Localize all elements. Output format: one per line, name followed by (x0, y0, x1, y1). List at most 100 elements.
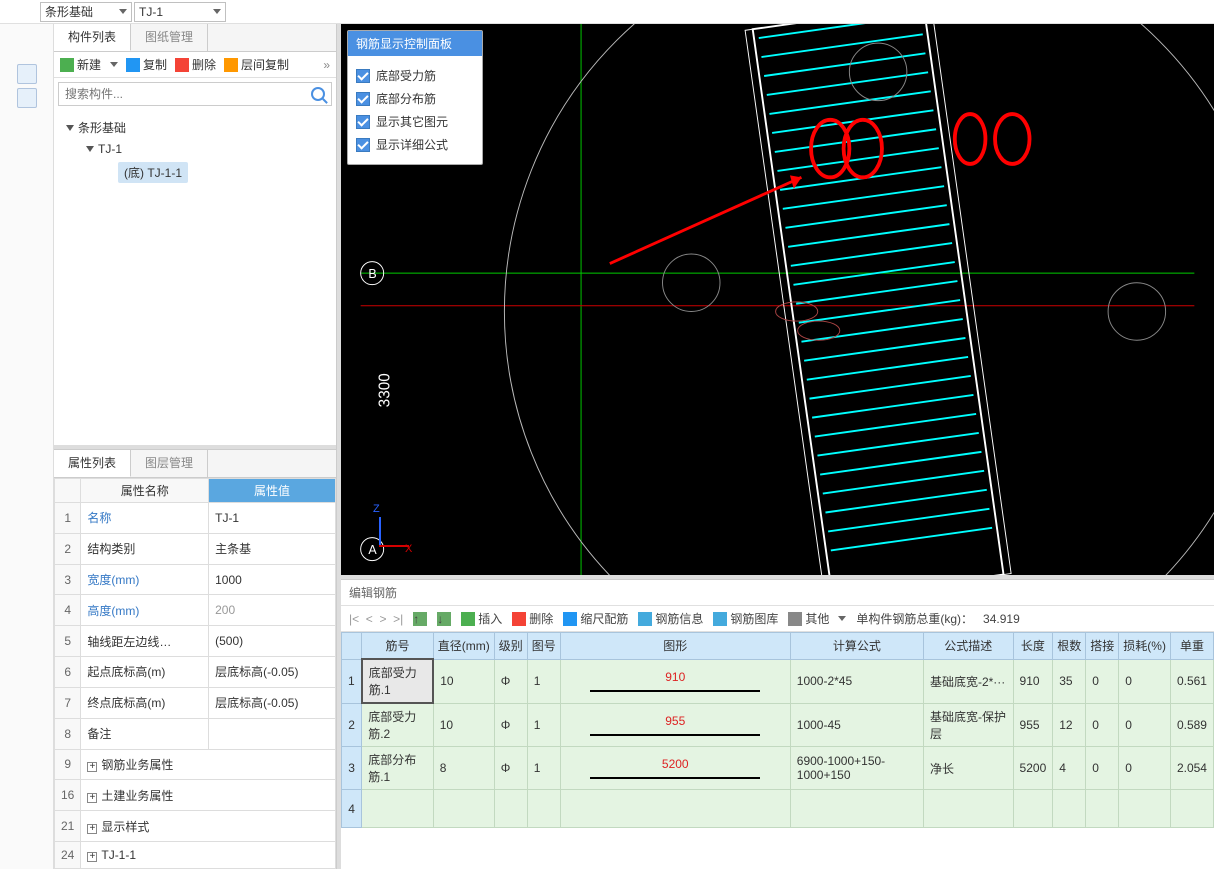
prop-row[interactable]: 1名称TJ-1 (55, 503, 336, 534)
prop-row[interactable]: 9+钢筋业务属性 (55, 749, 336, 780)
prop-row[interactable]: 3宽度(mm)1000 (55, 564, 336, 595)
rebar-grid[interactable]: 筋号直径(mm)级别图号图形计算公式公式描述长度根数搭接损耗(%)单重 1底部受… (341, 632, 1214, 869)
info-button[interactable]: 钢筋信息 (638, 610, 703, 627)
tab-property-list[interactable]: 属性列表 (54, 450, 131, 477)
more-icon[interactable]: » (323, 58, 330, 72)
rail-list-icon[interactable] (17, 64, 37, 84)
tree-l2-selected[interactable]: (底) TJ-1-1 (118, 162, 188, 183)
library-icon (713, 612, 727, 626)
arrow-up-icon[interactable]: ↑ (413, 612, 427, 626)
chevron-down-icon (110, 62, 118, 67)
copy-button[interactable]: 复制 (126, 56, 167, 73)
left-rail (0, 24, 54, 869)
rebar-toolbar: |< < > >| ↑ ↓ 插入 删除 缩尺配筋 钢筋信息 钢筋图库 其他 单构… (341, 606, 1214, 632)
rail-grid-icon[interactable] (17, 88, 37, 108)
tab-drawing-manage[interactable]: 图纸管理 (131, 24, 208, 51)
rebar-row[interactable]: 1底部受力筋.110Φ19101000-2*45基础底宽-2*···910350… (342, 659, 1214, 703)
prop-row[interactable]: 24+TJ-1-1 (55, 841, 336, 868)
rebar-row[interactable]: 4 (342, 790, 1214, 828)
display-option[interactable]: 显示详细公式 (356, 133, 474, 156)
rebar-header[interactable]: 长度 (1013, 633, 1053, 660)
prop-row[interactable]: 5轴线距左边线…(500) (55, 626, 336, 657)
info-icon (638, 612, 652, 626)
prop-row[interactable]: 21+显示样式 (55, 811, 336, 842)
search-input[interactable] (65, 87, 311, 101)
display-option[interactable]: 显示其它图元 (356, 110, 474, 133)
checkbox-icon[interactable] (356, 115, 370, 129)
expand-icon[interactable]: + (87, 852, 97, 862)
scale-button[interactable]: 缩尺配筋 (563, 610, 628, 627)
tree-toggle-icon[interactable] (86, 146, 94, 152)
rebar-header[interactable]: 搭接 (1086, 633, 1119, 660)
checkbox-icon[interactable] (356, 69, 370, 83)
component-tree[interactable]: 条形基础 TJ-1 (底) TJ-1-1 (54, 110, 336, 445)
plus-icon (461, 612, 475, 626)
rebar-header[interactable]: 图号 (527, 633, 560, 660)
property-grid[interactable]: 属性名称 属性值 1名称TJ-12结构类别主条基3宽度(mm)10004高度(m… (54, 478, 336, 869)
category-dropdown[interactable]: 条形基础 (40, 2, 132, 22)
rebar-header[interactable]: 公式描述 (923, 633, 1013, 660)
delete-row-button[interactable]: 删除 (512, 610, 553, 627)
rebar-header[interactable]: 筋号 (362, 633, 434, 660)
left-panel: 构件列表 图纸管理 新建 复制 删除 层间复制 » 条形基础 TJ-1 (底) … (0, 24, 337, 869)
more-icon (788, 612, 802, 626)
expand-icon[interactable]: + (87, 824, 97, 834)
rebar-header[interactable]: 损耗(%) (1119, 633, 1171, 660)
rebar-header[interactable]: 图形 (560, 633, 790, 660)
ruler-icon (563, 612, 577, 626)
rebar-header[interactable]: 单重 (1170, 633, 1213, 660)
copy-icon (126, 58, 140, 72)
canvas-viewport[interactable]: 钢筋显示控制面板 底部受力筋底部分布筋显示其它图元显示详细公式 (341, 24, 1214, 575)
component-toolbar: 新建 复制 删除 层间复制 » (54, 52, 336, 78)
rebar-header[interactable]: 计算公式 (790, 633, 923, 660)
chevron-down-icon (838, 616, 846, 621)
prop-row[interactable]: 4高度(mm)200 (55, 595, 336, 626)
rebar-edit-panel: 编辑钢筋 |< < > >| ↑ ↓ 插入 删除 缩尺配筋 钢筋信息 钢筋图库 … (341, 579, 1214, 869)
display-option[interactable]: 底部分布筋 (356, 87, 474, 110)
checkbox-icon[interactable] (356, 138, 370, 152)
dim-vertical: 3300 (376, 373, 393, 407)
search-box[interactable] (58, 82, 332, 106)
instance-dropdown[interactable]: TJ-1 (134, 2, 226, 22)
arrow-down-icon[interactable]: ↓ (437, 612, 451, 626)
prop-col-value: 属性值 (209, 479, 336, 503)
prop-row[interactable]: 2结构类别主条基 (55, 533, 336, 564)
prop-col-name: 属性名称 (81, 479, 209, 503)
rebar-header[interactable]: 直径(mm) (433, 633, 494, 660)
expand-icon[interactable]: + (87, 762, 97, 772)
expand-icon[interactable]: + (87, 793, 97, 803)
prop-row[interactable]: 7终点底标高(m)层底标高(-0.05) (55, 687, 336, 718)
panel-title: 钢筋显示控制面板 (348, 31, 482, 56)
svg-text:A: A (368, 543, 377, 557)
display-option[interactable]: 底部受力筋 (356, 64, 474, 87)
prop-row[interactable]: 8备注 (55, 718, 336, 749)
insert-button[interactable]: 插入 (461, 610, 502, 627)
tab-component-list[interactable]: 构件列表 (54, 24, 131, 51)
plus-icon (60, 58, 74, 72)
delete-icon (175, 58, 189, 72)
tab-layer-manage[interactable]: 图层管理 (131, 450, 208, 477)
rebar-header[interactable]: 根数 (1053, 633, 1086, 660)
property-panel: 属性列表 图层管理 属性名称 属性值 1名称TJ-12结构类别主条基3宽度(mm… (54, 449, 336, 869)
search-icon[interactable] (311, 87, 325, 101)
record-nav[interactable]: |< < > >| (349, 612, 403, 626)
tree-root[interactable]: 条形基础 (78, 119, 126, 136)
instance-dropdown-value: TJ-1 (139, 5, 163, 19)
rebar-row[interactable]: 2底部受力筋.210Φ19551000-45基础底宽-保护层95512000.5… (342, 703, 1214, 747)
prop-row[interactable]: 6起点底标高(m)层底标高(-0.05) (55, 657, 336, 688)
delete-icon (512, 612, 526, 626)
delete-button[interactable]: 删除 (175, 56, 216, 73)
rebar-panel-title: 编辑钢筋 (341, 580, 1214, 606)
new-button[interactable]: 新建 (60, 56, 118, 73)
rebar-row[interactable]: 3底部分布筋.18Φ152006900-1000+150-1000+150净长5… (342, 747, 1214, 790)
total-weight-label: 单构件钢筋总重(kg)： (856, 610, 973, 627)
floor-copy-button[interactable]: 层间复制 (224, 56, 289, 73)
library-button[interactable]: 钢筋图库 (713, 610, 778, 627)
rebar-header[interactable]: 级别 (494, 633, 527, 660)
other-button[interactable]: 其他 (788, 610, 846, 627)
rebar-display-panel: 钢筋显示控制面板 底部受力筋底部分布筋显示其它图元显示详细公式 (347, 30, 483, 165)
checkbox-icon[interactable] (356, 92, 370, 106)
tree-l1[interactable]: TJ-1 (98, 142, 122, 156)
tree-toggle-icon[interactable] (66, 125, 74, 131)
prop-row[interactable]: 16+土建业务属性 (55, 780, 336, 811)
